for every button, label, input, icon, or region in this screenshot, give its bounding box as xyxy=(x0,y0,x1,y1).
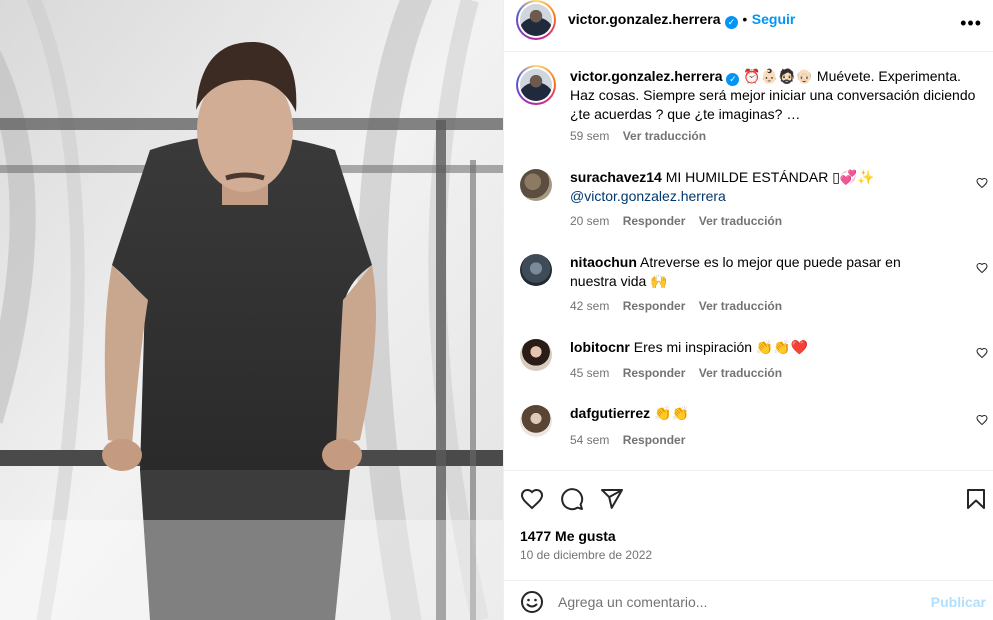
caption-translate[interactable]: Ver traducción xyxy=(623,129,706,143)
comment-mention[interactable]: @victor.gonzalez.herrera xyxy=(570,188,726,204)
translate-button[interactable]: Ver traducción xyxy=(699,214,782,228)
comment-text: nitaochun Atreverse es lo mejor que pued… xyxy=(570,253,950,291)
translate-button[interactable]: Ver traducción xyxy=(699,366,782,380)
reply-button[interactable]: Responder xyxy=(623,214,686,228)
follow-button[interactable]: Seguir xyxy=(752,11,796,27)
comment-avatar[interactable] xyxy=(520,169,552,201)
post-header: victor.gonzalez.herrera ✓ • Seguir ••• xyxy=(504,0,993,52)
comment-input[interactable] xyxy=(558,590,918,614)
comment-meta: 20 sem Responder Ver traducción xyxy=(570,214,792,228)
comment-meta: 42 sem Responder Ver traducción xyxy=(570,299,792,313)
post-date[interactable]: 10 de diciembre de 2022 xyxy=(520,548,652,562)
photo-illustration xyxy=(0,0,503,620)
caption-line1: Muévete. xyxy=(816,68,875,84)
verified-icon: ✓ xyxy=(726,73,740,86)
translate-button[interactable]: Ver traducción xyxy=(699,299,782,313)
comment-time[interactable]: 20 sem xyxy=(570,214,609,228)
emoji-icon[interactable] xyxy=(520,590,544,614)
caption-time[interactable]: 59 sem xyxy=(570,129,609,143)
heart-icon[interactable] xyxy=(976,347,988,359)
comment-time[interactable]: 42 sem xyxy=(570,299,609,313)
add-comment-bar: Publicar xyxy=(504,580,993,620)
caption-username[interactable]: victor.gonzalez.herrera xyxy=(570,68,723,84)
comment-body: 👏👏 xyxy=(654,405,689,421)
heart-icon[interactable] xyxy=(976,262,988,274)
more-icon[interactable]: ••• xyxy=(960,13,982,34)
author-avatar[interactable] xyxy=(516,0,556,40)
bookmark-icon[interactable] xyxy=(964,487,988,511)
comments-list[interactable]: victor.gonzalez.herrera ✓ ⏰👶🏻🧔🏻👴🏻 Muévet… xyxy=(504,52,993,470)
caption-text: victor.gonzalez.herrera ✓ ⏰👶🏻🧔🏻👴🏻 Muévet… xyxy=(570,67,980,124)
post-photo[interactable] xyxy=(0,0,503,620)
comment-time[interactable]: 45 sem xyxy=(570,366,609,380)
caption-emojis: ⏰👶🏻🧔🏻👴🏻 xyxy=(743,68,814,84)
heart-icon[interactable] xyxy=(520,487,544,511)
reply-button[interactable]: Responder xyxy=(623,366,686,380)
comment-username[interactable]: dafgutierrez xyxy=(570,405,650,421)
reply-button[interactable]: Responder xyxy=(623,433,686,447)
heart-icon[interactable] xyxy=(976,177,988,189)
comment-text: surachavez14 MI HUMILDE ESTÁNDAR ▯💞✨ @vi… xyxy=(570,168,970,206)
comment-text: dafgutierrez 👏👏 xyxy=(570,404,950,423)
comment-avatar[interactable] xyxy=(520,339,552,371)
comment-username[interactable]: surachavez14 xyxy=(570,169,662,185)
caption-meta: 59 sem Ver traducción xyxy=(570,129,716,143)
comment-avatar[interactable] xyxy=(520,254,552,286)
header-separator: • xyxy=(742,11,748,27)
caption-avatar[interactable] xyxy=(516,65,556,105)
likes-count[interactable]: 1477 Me gusta xyxy=(520,528,616,544)
post-actions: 1477 Me gusta 10 de diciembre de 2022 xyxy=(504,470,993,580)
comment-body: Eres mi inspiración 👏👏❤️ xyxy=(633,339,809,355)
comment-avatar[interactable] xyxy=(520,405,552,437)
comment-username[interactable]: lobitocnr xyxy=(570,339,630,355)
verified-icon: ✓ xyxy=(724,16,738,29)
heart-icon[interactable] xyxy=(976,414,988,426)
comment-meta: 54 sem Responder xyxy=(570,433,695,447)
share-icon[interactable] xyxy=(600,487,624,511)
header-username[interactable]: victor.gonzalez.herrera xyxy=(568,11,721,27)
reply-button[interactable]: Responder xyxy=(623,299,686,313)
post-panel: victor.gonzalez.herrera ✓ • Seguir ••• v… xyxy=(503,0,993,620)
comment-text: lobitocnr Eres mi inspiración 👏👏❤️ xyxy=(570,338,950,357)
comment-icon[interactable] xyxy=(560,487,584,511)
comment-username[interactable]: nitaochun xyxy=(570,254,637,270)
publish-button[interactable]: Publicar xyxy=(931,594,986,610)
header-author-line: victor.gonzalez.herrera ✓ • Seguir xyxy=(568,11,795,29)
comment-time[interactable]: 54 sem xyxy=(570,433,609,447)
comment-body: MI HUMILDE ESTÁNDAR ▯💞✨ xyxy=(665,169,875,185)
comment-meta: 45 sem Responder Ver traducción xyxy=(570,366,792,380)
